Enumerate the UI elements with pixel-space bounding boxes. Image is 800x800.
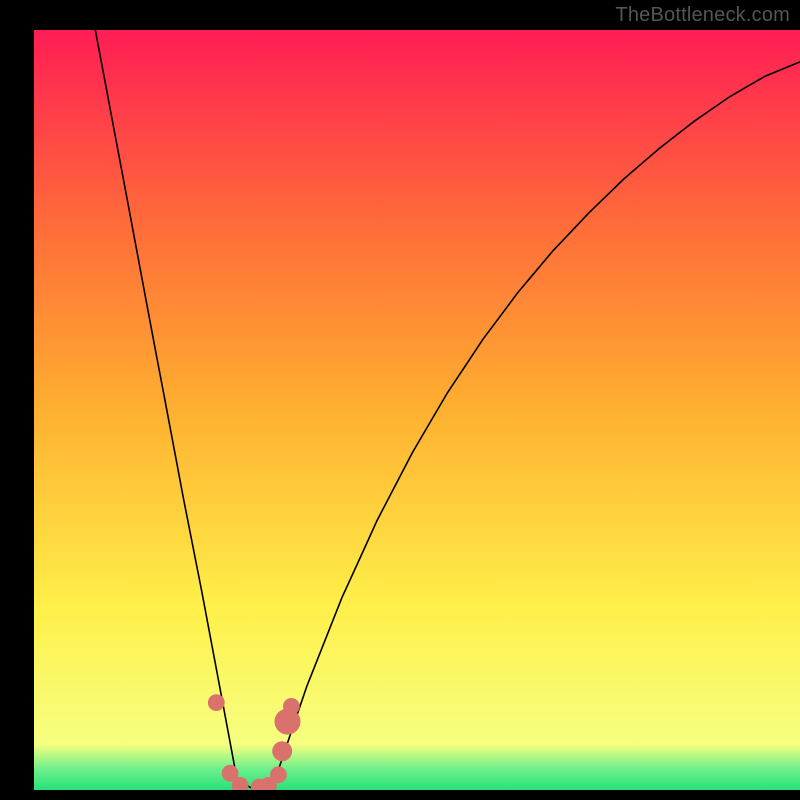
chart-svg <box>0 0 800 800</box>
data-marker <box>272 741 292 761</box>
chart-canvas <box>0 0 800 800</box>
chart-frame: TheBottleneck.com <box>0 0 800 800</box>
curve-bottom-join <box>255 790 272 791</box>
plot-background <box>34 30 800 790</box>
data-marker <box>208 694 225 711</box>
data-marker <box>283 698 300 715</box>
data-marker <box>232 777 249 794</box>
data-marker <box>270 766 287 783</box>
